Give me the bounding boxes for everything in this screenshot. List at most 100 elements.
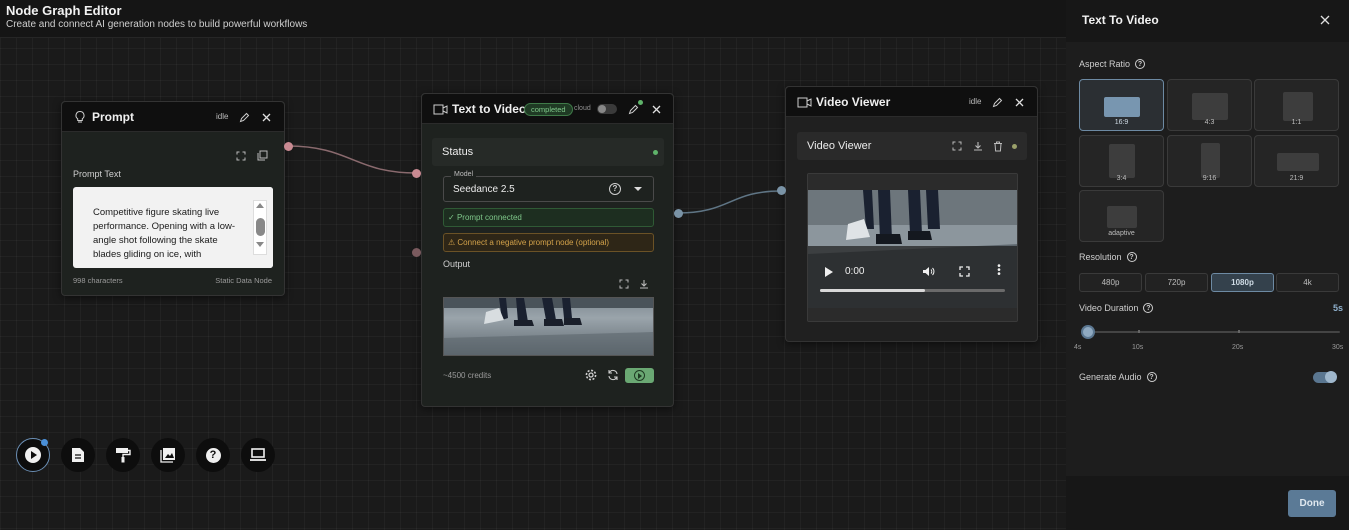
aspect-21-9-option[interactable]: 21:9	[1254, 135, 1339, 187]
duration-slider[interactable]	[1088, 330, 1340, 333]
completed-badge: completed	[524, 103, 573, 116]
aspect-option-label: 4:3	[1204, 119, 1215, 126]
paint-button[interactable]	[106, 438, 140, 472]
node-type-label: Static Data Node	[215, 276, 272, 285]
aspect-21-9-shape	[1277, 153, 1319, 171]
done-button[interactable]: Done	[1288, 490, 1336, 517]
viewer-node-status: idle	[969, 97, 982, 106]
aspect-4-3-shape	[1192, 93, 1228, 120]
video-progress-fill	[820, 289, 926, 292]
prompt-textarea[interactable]: Competitive figure skating live performa…	[73, 187, 273, 268]
gallery-button[interactable]	[151, 438, 185, 472]
prompt-node-header[interactable]: Prompt idle	[62, 102, 284, 132]
aspect-1-1-option[interactable]: 1:1	[1254, 79, 1339, 131]
credits-label: ~4500 credits	[443, 371, 492, 380]
help-icon[interactable]: ?	[1146, 372, 1157, 382]
play-icon[interactable]	[825, 267, 833, 277]
video-camera-icon	[432, 103, 448, 115]
copy-icon[interactable]	[256, 149, 268, 161]
output-label: Output	[443, 259, 471, 269]
status-dot-icon	[1012, 144, 1017, 149]
aspect-4-3-option[interactable]: 4:3	[1167, 79, 1252, 131]
trash-icon[interactable]	[992, 140, 1004, 152]
model-select[interactable]: Model Seedance 2.5 ?	[443, 171, 654, 202]
prompt-connected-text: Prompt connected	[456, 213, 522, 222]
video-progress-track[interactable]	[820, 289, 1005, 292]
resolution-4k-button[interactable]: 4k	[1276, 273, 1339, 292]
laptop-button[interactable]	[241, 438, 275, 472]
run-button[interactable]	[625, 368, 654, 383]
expand-icon[interactable]	[235, 150, 247, 162]
expand-icon[interactable]	[618, 278, 630, 290]
negative-prompt-hint: ⚠ Connect a negative prompt node (option…	[443, 233, 654, 252]
scroll-down-icon[interactable]	[256, 242, 264, 247]
chevron-down-icon[interactable]	[634, 187, 642, 191]
generate-audio-toggle[interactable]	[1313, 371, 1337, 383]
t2v-node-header[interactable]: Text to Video completed cloud	[422, 94, 673, 124]
scroll-thumb[interactable]	[256, 218, 265, 236]
prompt-scrollbar[interactable]	[248, 187, 273, 268]
video-player[interactable]: 0:00 • • •	[807, 173, 1018, 322]
resolution-720p-button[interactable]: 720p	[1145, 273, 1208, 292]
text-to-video-node[interactable]: Text to Video completed cloud Status Mod…	[421, 93, 674, 407]
duration-label-text: Video Duration	[1079, 303, 1139, 313]
help-icon[interactable]: ?	[1135, 59, 1146, 69]
status-title: Status	[442, 146, 474, 158]
t2v-input-port-negative[interactable]	[412, 248, 421, 257]
aspect-1-1-shape	[1283, 92, 1313, 121]
t2v-node-title: Text to Video	[452, 102, 527, 116]
viewer-input-port[interactable]	[777, 186, 786, 195]
volume-icon[interactable]	[921, 265, 935, 277]
edit-icon[interactable]	[991, 96, 1003, 108]
graph-canvas[interactable]: Prompt idle Prompt Text Competitive figu…	[0, 0, 1066, 530]
close-icon[interactable]	[650, 103, 662, 115]
edit-icon[interactable]	[238, 111, 250, 123]
run-workflow-button[interactable]	[16, 438, 50, 472]
close-icon[interactable]	[1013, 96, 1025, 108]
duration-slider-thumb[interactable]	[1081, 325, 1095, 339]
download-icon[interactable]	[972, 140, 984, 152]
generate-audio-label: Generate Audio ?	[1079, 372, 1157, 382]
document-button[interactable]	[61, 438, 95, 472]
video-viewer-node[interactable]: Video Viewer idle Video Viewer 0:00 • • …	[785, 86, 1038, 342]
download-icon[interactable]	[638, 278, 650, 290]
aspect-adaptive-option[interactable]: adaptive	[1079, 190, 1164, 242]
aspect-option-label: 1:1	[1291, 119, 1302, 126]
model-label: Model	[451, 171, 477, 178]
t2v-output-port[interactable]	[674, 209, 683, 218]
aspect-9-16-option[interactable]: 9:16	[1167, 135, 1252, 187]
skater-legs-image	[444, 298, 653, 355]
page-title: Node Graph Editor	[6, 3, 122, 18]
help-icon[interactable]: ?	[1143, 303, 1154, 313]
laptop-icon	[250, 448, 266, 461]
duration-label: Video Duration ?	[1079, 303, 1154, 313]
fullscreen-icon[interactable]	[958, 265, 970, 277]
prompt-output-port[interactable]	[284, 142, 293, 151]
refresh-icon[interactable]	[607, 369, 619, 381]
cloud-toggle[interactable]	[597, 104, 617, 114]
aspect-3-4-option[interactable]: 3:4	[1079, 135, 1164, 187]
scroll-up-icon[interactable]	[256, 203, 264, 208]
viewer-node-header[interactable]: Video Viewer idle	[786, 87, 1037, 117]
play-circle-icon	[634, 370, 645, 381]
aspect-option-label: 16:9	[1114, 119, 1129, 126]
resolution-1080p-button[interactable]: 1080p	[1211, 273, 1274, 292]
help-icon[interactable]: ?	[1126, 252, 1137, 262]
help-button[interactable]: ?	[196, 438, 230, 472]
duration-tick-label: 30s	[1332, 344, 1344, 351]
settings-gear-icon[interactable]	[585, 369, 597, 381]
output-video-thumbnail[interactable]	[443, 297, 654, 356]
warning-icon: ⚠	[448, 238, 456, 247]
close-icon[interactable]	[260, 111, 272, 123]
edit-icon[interactable]	[627, 103, 639, 115]
aspect-16-9-option[interactable]: 16:9	[1079, 79, 1164, 131]
prompt-node[interactable]: Prompt idle Prompt Text Competitive figu…	[61, 101, 285, 296]
close-icon[interactable]	[1319, 14, 1331, 26]
help-icon[interactable]: ?	[609, 183, 621, 195]
viewer-inner-title: Video Viewer	[807, 140, 872, 152]
t2v-input-port-prompt[interactable]	[412, 169, 421, 178]
resolution-480p-button[interactable]: 480p	[1079, 273, 1142, 292]
expand-icon[interactable]	[951, 140, 963, 152]
more-options-icon[interactable]: • • •	[997, 262, 1001, 280]
resolution-label-text: Resolution	[1079, 252, 1122, 262]
